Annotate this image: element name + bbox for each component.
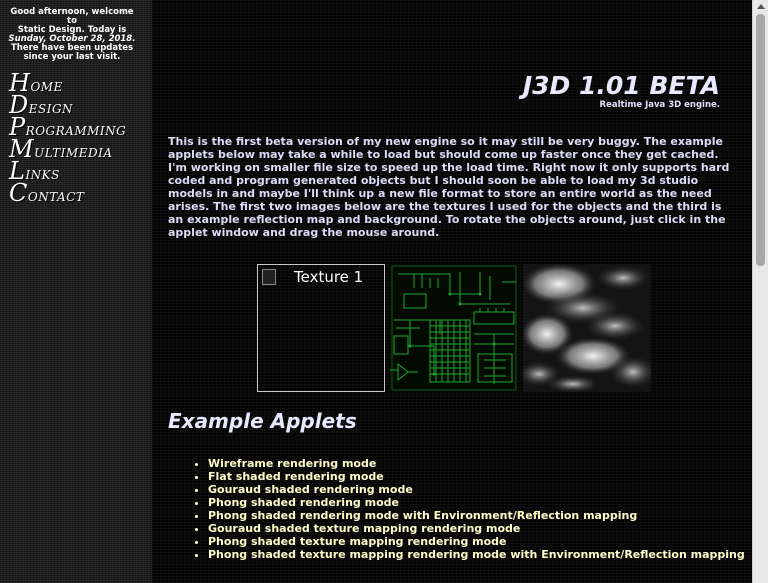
nav-link-label: ultimedia: [34, 142, 113, 162]
applet-link-gouraud[interactable]: Gouraud shaded rendering mode: [208, 483, 745, 496]
welcome-message: Good afternoon, welcome to Static Design…: [4, 8, 140, 62]
applet-link-wireframe[interactable]: Wireframe rendering mode: [208, 457, 745, 470]
texture-1-alt-text: Texture 1: [294, 268, 364, 286]
reflection-map-image: [523, 264, 651, 392]
nav-link-multimedia[interactable]: Multimedia: [9, 137, 126, 162]
applet-link-phong-texture-env[interactable]: Phong shaded texture mapping rendering m…: [208, 548, 745, 561]
vertical-scrollbar[interactable]: [752, 0, 768, 583]
applet-link-phong-env[interactable]: Phong shaded rendering mode with Environ…: [208, 509, 745, 522]
nav-link-label: ontact: [27, 186, 85, 206]
texture-1-image: Texture 1: [257, 264, 385, 392]
scroll-up-arrow-icon[interactable]: [757, 4, 765, 9]
welcome-line: since your last visit.: [23, 52, 121, 62]
applet-link-gouraud-texture[interactable]: Gouraud shaded texture mapping rendering…: [208, 522, 745, 535]
nav-link-label: rogramming: [25, 120, 127, 140]
nav-link-cap: C: [9, 179, 28, 207]
applet-link-phong-texture[interactable]: Phong shaded texture mapping rendering m…: [208, 535, 745, 548]
page-title: J3D 1.01 BETA: [522, 71, 720, 100]
nav-link-design[interactable]: Design: [9, 93, 126, 118]
applets-heading: Example Applets: [168, 409, 357, 433]
nav-link-contact[interactable]: Contact: [9, 179, 126, 207]
circuit-texture-image: [390, 264, 518, 392]
scrollbar-thumb[interactable]: [756, 14, 765, 266]
applets-list: Wireframe rendering mode Flat shaded ren…: [194, 457, 745, 561]
page-header: J3D 1.01 BETA Realtime Java 3D engine.: [523, 70, 720, 110]
intro-paragraph: This is the first beta version of my new…: [168, 135, 730, 239]
welcome-line: Good afternoon, welcome to: [10, 7, 134, 26]
sidebar: Good afternoon, welcome to Static Design…: [0, 0, 152, 583]
nav-link-label: ome: [30, 76, 63, 96]
applet-link-flat[interactable]: Flat shaded rendering mode: [208, 470, 745, 483]
broken-image-icon: [262, 269, 276, 285]
applet-link-phong[interactable]: Phong shaded rendering mode: [208, 496, 745, 509]
nav-link-label: inks: [25, 164, 60, 184]
page: Good afternoon, welcome to Static Design…: [0, 0, 768, 583]
main-nav: Home Design Programming Multimedia Links…: [9, 71, 127, 207]
nav-link-label: esign: [28, 98, 74, 118]
texture-1-alt: Texture 1: [262, 268, 363, 286]
